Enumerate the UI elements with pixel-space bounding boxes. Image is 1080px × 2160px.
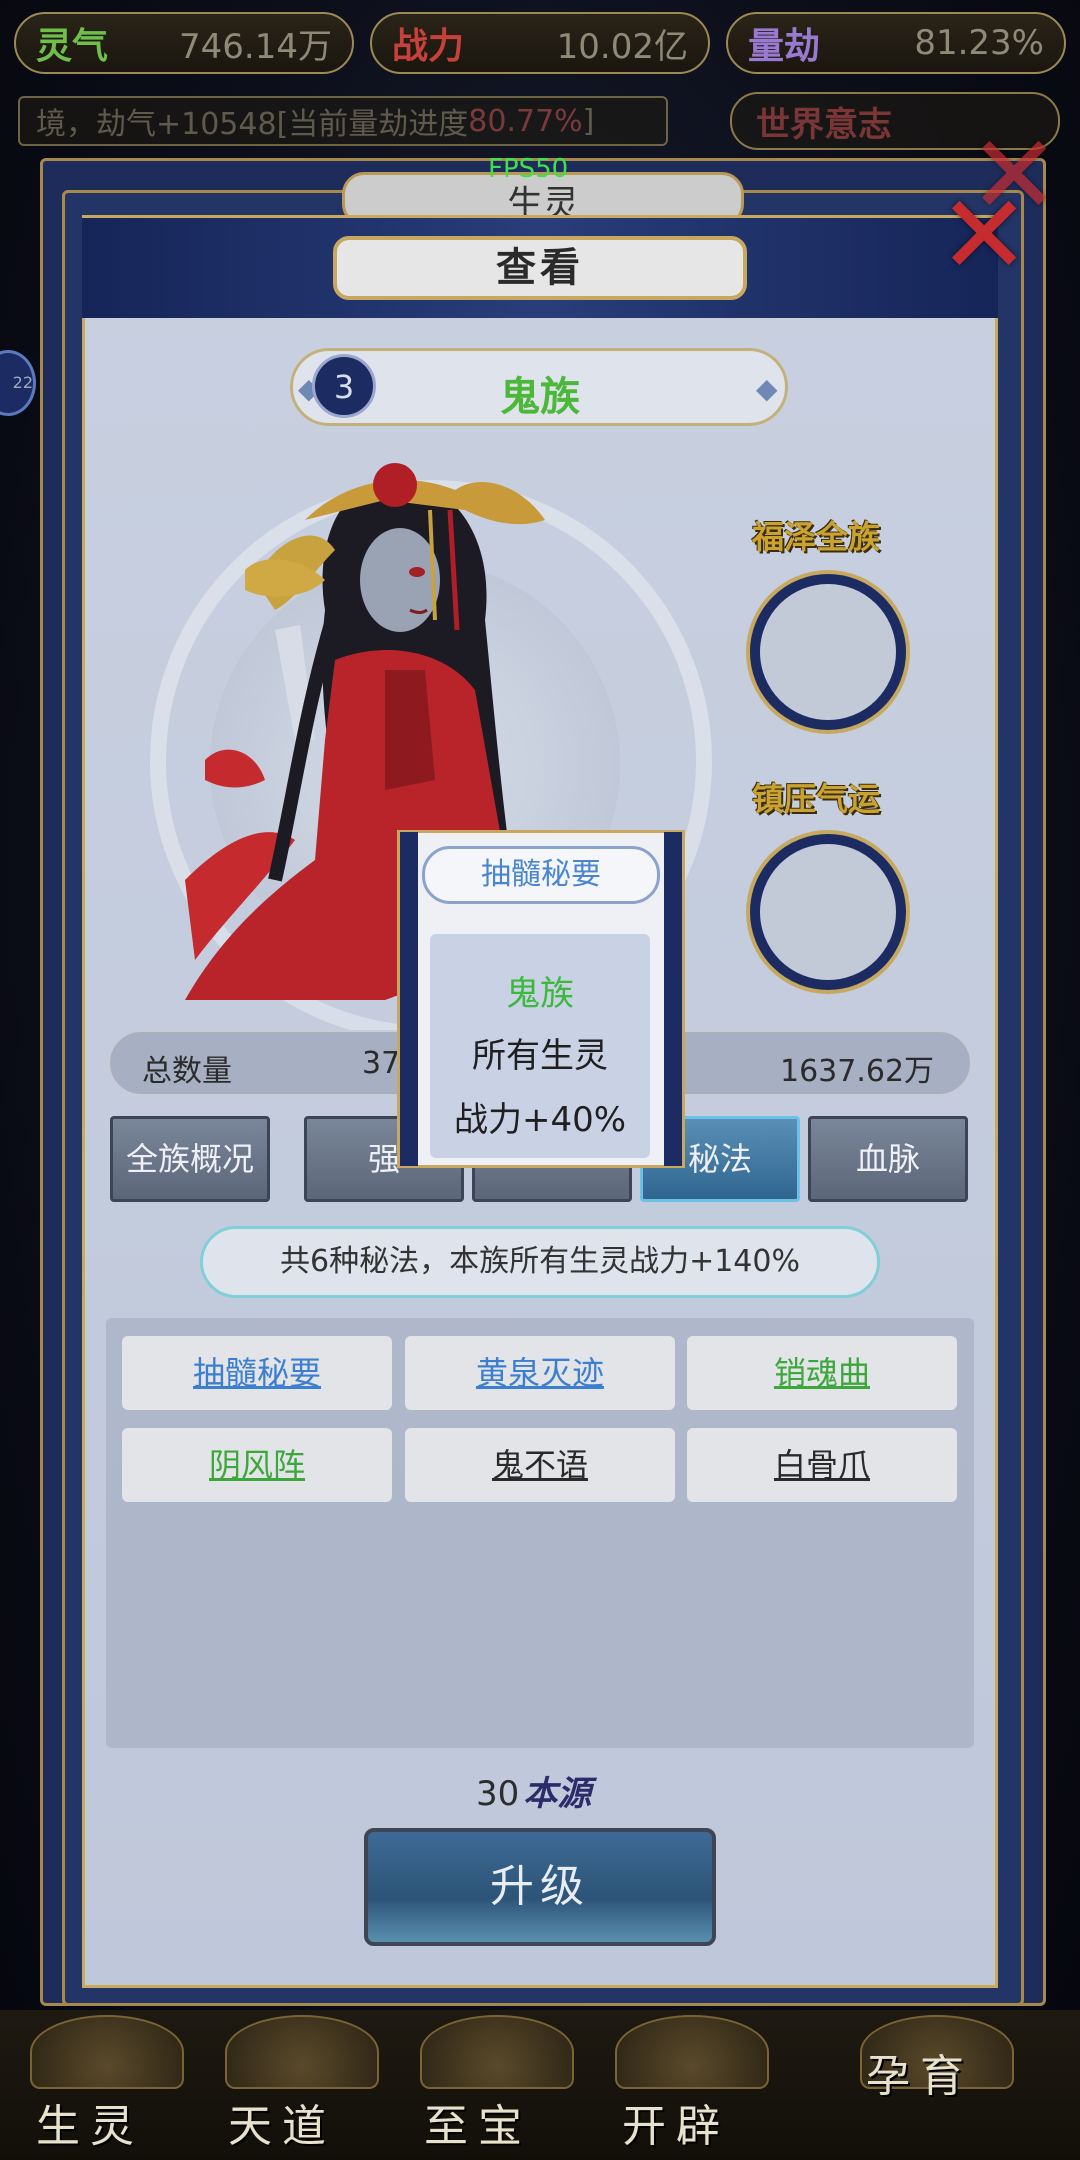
- slot-blessing[interactable]: [750, 574, 906, 730]
- nav-item-nurture[interactable]: 孕育: [866, 2040, 974, 2104]
- tooltip-left-border: [400, 832, 418, 1166]
- secret-arts-summary: 共6种秘法，本族所有生灵战力+140%: [200, 1226, 880, 1298]
- calamity-info-suffix: ]: [582, 103, 595, 139]
- close-icon[interactable]: ✕: [938, 180, 1030, 290]
- calamity-info-progress: 80.77%: [468, 103, 583, 139]
- tooltip-line1: 所有生灵: [472, 1036, 608, 1076]
- side-badge[interactable]: 22: [0, 350, 36, 416]
- resource-liangjie: 量劫 81.23%: [726, 12, 1066, 74]
- nav-item-treasure[interactable]: 至宝: [424, 2090, 532, 2154]
- upgrade-cost-unit: 本源: [523, 1774, 592, 1814]
- race-name: 鬼族: [500, 374, 580, 420]
- calamity-info-line: 境，劫气+10548[当前量劫进度 80.77% ]: [18, 96, 668, 146]
- arrow-right-icon[interactable]: ◆: [756, 372, 778, 405]
- resource-power-value: 10.02亿: [556, 26, 688, 67]
- nav-item-creatures[interactable]: 生灵: [36, 2090, 144, 2154]
- tooltip-line2: 战力+40%: [453, 1100, 627, 1140]
- skill-item[interactable]: 鬼不语: [405, 1428, 675, 1502]
- nav-ornament: [615, 2015, 769, 2089]
- resource-lingqi: 灵气 746.14万: [14, 12, 354, 74]
- resource-liangjie-label: 量劫: [748, 26, 821, 67]
- tooltip-race: 鬼族: [506, 974, 574, 1014]
- resource-power-label: 战力: [392, 26, 465, 67]
- slot-title-suppress: 镇压气运: [752, 780, 881, 818]
- nav-ornament: [420, 2015, 574, 2089]
- panel-title: 查看: [333, 236, 747, 300]
- nav-item-heaven[interactable]: 天道: [228, 2090, 336, 2154]
- nav-item-open[interactable]: 开辟: [622, 2090, 730, 2154]
- calamity-info-prefix: 境，劫气+10548[当前量劫进度: [36, 107, 469, 142]
- upgrade-cost-amount: 30: [476, 1774, 520, 1814]
- tab-bloodline[interactable]: 血脉: [808, 1116, 968, 1202]
- tooltip-right-border: [664, 832, 682, 1166]
- slot-suppress[interactable]: [750, 834, 906, 990]
- nav-ornament: [225, 2015, 379, 2089]
- tooltip-title: 抽髓秘要: [422, 846, 660, 904]
- nav-ornament: [30, 2015, 184, 2089]
- resource-power: 战力 10.02亿: [370, 12, 710, 74]
- race-number-badge: 3: [312, 354, 376, 418]
- resource-lingqi-label: 灵气: [36, 26, 109, 67]
- skill-item[interactable]: 白骨爪: [687, 1428, 957, 1502]
- race-power-value: 1637.62万: [780, 1054, 935, 1089]
- skill-item[interactable]: 销魂曲: [687, 1336, 957, 1410]
- resource-liangjie-value: 81.23%: [914, 23, 1044, 63]
- tab-overview[interactable]: 全族概况: [110, 1116, 270, 1202]
- skill-item[interactable]: 抽髓秘要: [122, 1336, 392, 1410]
- upgrade-button[interactable]: 升级: [364, 1828, 716, 1946]
- slot-title-blessing: 福泽全族: [752, 518, 881, 556]
- skill-item[interactable]: 阴风阵: [122, 1428, 392, 1502]
- skill-item[interactable]: 黄泉灭迹: [405, 1336, 675, 1410]
- upgrade-cost: 30 本源: [476, 1766, 591, 1815]
- resource-lingqi-value: 746.14万: [179, 26, 332, 67]
- total-count-value: 37: [362, 1046, 401, 1081]
- fps-counter: FPS50: [488, 154, 569, 184]
- total-count-label: 总数量: [142, 1054, 232, 1089]
